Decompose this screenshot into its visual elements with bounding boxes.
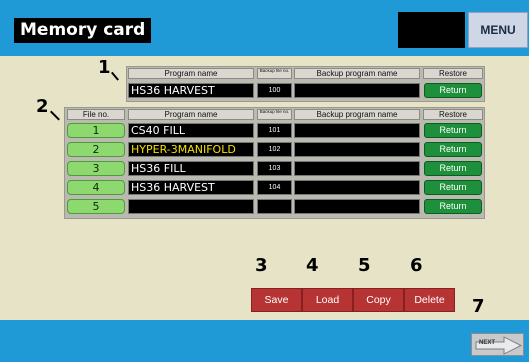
t2-header-restore: Restore <box>423 109 483 120</box>
t2-backup-program-name-cell[interactable] <box>294 161 420 176</box>
t2-return-button-2[interactable]: Return <box>424 142 482 157</box>
t2-backup-no-cell: 103 <box>257 161 292 176</box>
menu-button[interactable]: MENU <box>468 12 528 48</box>
t2-backup-no-cell: 102 <box>257 142 292 157</box>
t2-header-backup-program-name: Backup program name <box>294 109 420 120</box>
callout-2: 2 <box>36 96 49 117</box>
callout-4: 4 <box>306 255 319 276</box>
callout-6: 6 <box>410 255 423 276</box>
t2-program-name-cell[interactable]: HS36 FILL <box>128 161 254 176</box>
t1-return-button[interactable]: Return <box>424 83 482 98</box>
delete-button[interactable]: Delete <box>404 288 455 312</box>
page-title: Memory card <box>14 18 152 43</box>
callout-2-leader <box>50 110 60 121</box>
t2-program-name-cell[interactable] <box>128 199 254 214</box>
t2-backup-program-name-cell[interactable] <box>294 199 420 214</box>
t1-program-name-cell[interactable]: HS36 HARVEST <box>128 83 254 98</box>
t2-program-name-cell[interactable]: HYPER-3MANIFOLD <box>128 142 254 157</box>
next-label: NEXT <box>479 340 496 346</box>
t2-header-backup-file-no: Backup file no. <box>257 109 292 120</box>
file-no-button-1[interactable]: 1 <box>67 123 125 138</box>
t2-backup-no-cell <box>257 199 292 214</box>
copy-button[interactable]: Copy <box>353 288 404 312</box>
t1-backup-program-name-cell[interactable] <box>294 83 420 98</box>
t1-header-backup-file-no: Backup file no. <box>257 68 292 79</box>
callout-7: 7 <box>472 296 485 317</box>
t2-backup-no-cell: 101 <box>257 123 292 138</box>
header-display-box <box>398 12 465 48</box>
t2-return-button-3[interactable]: Return <box>424 161 482 176</box>
load-button[interactable]: Load <box>302 288 353 312</box>
t2-program-name-cell[interactable]: CS40 FILL <box>128 123 254 138</box>
callout-5: 5 <box>358 255 371 276</box>
t1-header-backup-program-name: Backup program name <box>294 68 420 79</box>
file-no-button-3[interactable]: 3 <box>67 161 125 176</box>
t2-return-button-1[interactable]: Return <box>424 123 482 138</box>
memory-card-screen: Memory card MENU Program name Backup fil… <box>0 0 529 362</box>
callout-1-leader <box>111 71 119 81</box>
file-no-button-2[interactable]: 2 <box>67 142 125 157</box>
t2-return-button-4[interactable]: Return <box>424 180 482 195</box>
t2-backup-program-name-cell[interactable] <box>294 123 420 138</box>
footer-bar <box>0 320 529 362</box>
file-no-button-5[interactable]: 5 <box>67 199 125 214</box>
save-button[interactable]: Save <box>251 288 302 312</box>
t2-program-name-cell[interactable]: HS36 HARVEST <box>128 180 254 195</box>
t1-backup-no-cell: 100 <box>257 83 292 98</box>
file-no-button-4[interactable]: 4 <box>67 180 125 195</box>
t1-header-restore: Restore <box>423 68 483 79</box>
callout-1: 1 <box>98 57 111 78</box>
next-button[interactable]: NEXT <box>471 333 524 356</box>
t2-backup-program-name-cell[interactable] <box>294 142 420 157</box>
t2-header-file-no: File no. <box>67 109 125 120</box>
t2-return-button-5[interactable]: Return <box>424 199 482 214</box>
t2-backup-no-cell: 104 <box>257 180 292 195</box>
t2-backup-program-name-cell[interactable] <box>294 180 420 195</box>
t2-header-program-name: Program name <box>128 109 254 120</box>
t1-header-program-name: Program name <box>128 68 254 79</box>
callout-3: 3 <box>255 255 268 276</box>
